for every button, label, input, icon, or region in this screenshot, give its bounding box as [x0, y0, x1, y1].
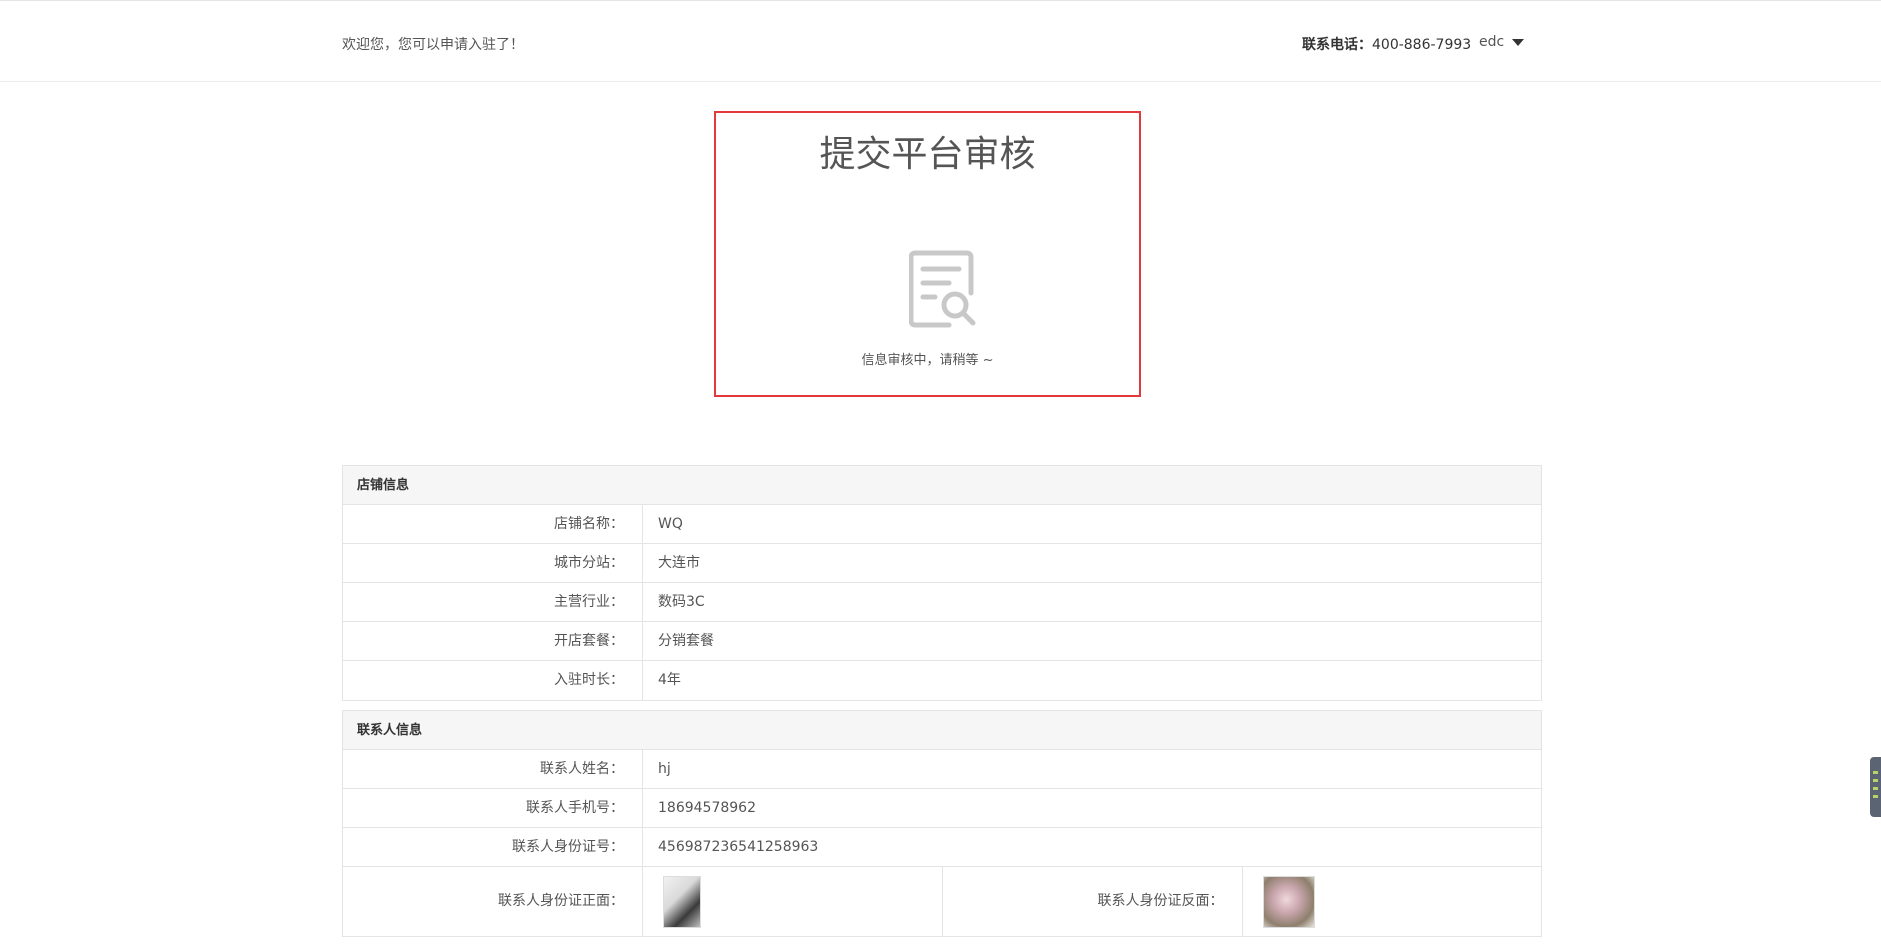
- row-value: 分销套餐: [658, 633, 714, 649]
- shop-info-heading: 店铺信息: [343, 466, 1541, 505]
- row-label: 联系人身份证号：: [343, 828, 643, 866]
- row-label: 开店套餐：: [343, 622, 643, 660]
- user-name[interactable]: edc: [1479, 34, 1504, 50]
- table-row: 联系人手机号： 18694578962: [343, 789, 1541, 828]
- table-row: 主营行业： 数码3C: [343, 583, 1541, 622]
- id-back-label: 联系人身份证反面：: [943, 867, 1243, 936]
- table-row: 城市分站： 大连市: [343, 544, 1541, 583]
- contact-phone: 联系电话：400-886-7993: [1302, 34, 1471, 54]
- row-value: 456987236541258963: [658, 839, 819, 855]
- id-front-label: 联系人身份证正面：: [343, 867, 643, 936]
- table-row: 入驻时长： 4年: [343, 661, 1541, 700]
- row-value: 数码3C: [658, 594, 705, 610]
- row-value: 18694578962: [658, 800, 756, 816]
- handle-grip-icon: [1873, 787, 1878, 790]
- id-front-thumbnail[interactable]: [663, 875, 701, 928]
- table-row: 联系人姓名： hj: [343, 750, 1541, 789]
- status-title: 提交平台审核: [819, 134, 1036, 175]
- row-label: 城市分站：: [343, 544, 643, 582]
- side-toolbar-handle[interactable]: [1870, 757, 1881, 817]
- row-label: 入驻时长：: [343, 661, 643, 700]
- id-back-cell: [1243, 867, 1542, 936]
- table-row-id-images: 联系人身份证正面： 联系人身份证反面：: [343, 867, 1541, 936]
- row-label: 联系人手机号：: [343, 789, 643, 827]
- row-value: 大连市: [658, 555, 700, 571]
- row-label: 主营行业：: [343, 583, 643, 621]
- handle-grip-icon: [1873, 795, 1878, 798]
- top-bar: 欢迎您，您可以申请入驻了！ 联系电话：400-886-7993 edc: [0, 0, 1881, 82]
- row-label: 店铺名称：: [343, 505, 643, 543]
- row-value: 4年: [658, 672, 681, 688]
- contact-label: 联系电话：: [1302, 37, 1372, 53]
- contact-phone-number: 400-886-7993: [1372, 37, 1472, 53]
- user-menu[interactable]: edc: [1479, 34, 1525, 50]
- row-value: WQ: [658, 516, 683, 532]
- contact-info-heading: 联系人信息: [343, 711, 1541, 750]
- welcome-text: 欢迎您，您可以申请入驻了！: [342, 37, 524, 53]
- id-back-thumbnail[interactable]: [1262, 875, 1315, 928]
- review-status-panel: 提交平台审核 信息审核中，请稍等 ~: [714, 111, 1141, 397]
- contact-info-section: 联系人信息 联系人姓名： hj 联系人手机号： 18694578962 联系人身…: [342, 710, 1542, 937]
- status-message: 信息审核中，请稍等 ~: [861, 353, 994, 368]
- caret-down-icon[interactable]: [1512, 39, 1525, 46]
- row-value: hj: [658, 761, 671, 777]
- handle-grip-icon: [1873, 771, 1878, 774]
- document-search-icon: [909, 250, 976, 328]
- table-row: 联系人身份证号： 456987236541258963: [343, 828, 1541, 867]
- row-label: 联系人姓名：: [343, 750, 643, 788]
- table-row: 店铺名称： WQ: [343, 505, 1541, 544]
- handle-grip-icon: [1873, 779, 1878, 782]
- shop-info-section: 店铺信息 店铺名称： WQ 城市分站： 大连市 主营行业： 数码3C 开店套餐：…: [342, 465, 1542, 701]
- id-front-cell: [643, 867, 943, 936]
- table-row: 开店套餐： 分销套餐: [343, 622, 1541, 661]
